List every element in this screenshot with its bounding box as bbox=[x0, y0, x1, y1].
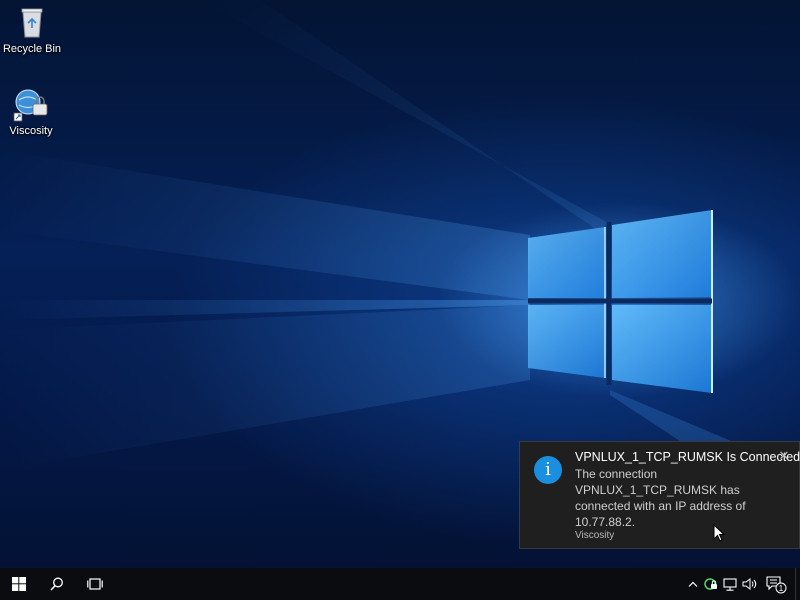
show-hidden-icons-button[interactable] bbox=[684, 568, 702, 600]
tray-volume[interactable] bbox=[740, 568, 760, 600]
tray-network[interactable] bbox=[720, 568, 740, 600]
search-button[interactable] bbox=[38, 568, 76, 600]
task-view-icon bbox=[87, 578, 103, 590]
desktop-icon-viscosity[interactable]: Viscosity bbox=[0, 86, 63, 137]
desktop-icon-label: Viscosity bbox=[9, 125, 53, 137]
action-center-button[interactable]: 1 bbox=[762, 568, 790, 600]
start-button[interactable] bbox=[0, 568, 38, 600]
info-icon: i bbox=[534, 456, 562, 484]
volume-icon bbox=[742, 578, 757, 590]
desktop-icon-recycle-bin[interactable]: Recycle Bin bbox=[0, 4, 64, 55]
show-desktop-button[interactable] bbox=[795, 568, 800, 600]
toast-title: VPNLUX_1_TCP_RUMSK Is Connected bbox=[575, 450, 800, 464]
action-center-icon: 1 bbox=[766, 576, 787, 594]
desktop-icon-label: Recycle Bin bbox=[2, 43, 62, 55]
search-icon bbox=[50, 577, 63, 591]
toast-body: The connection VPNLUX_1_TCP_RUMSK has co… bbox=[575, 467, 746, 529]
viscosity-tray-icon bbox=[704, 578, 717, 590]
close-button[interactable]: ✕ bbox=[777, 449, 791, 463]
start-icon bbox=[12, 577, 26, 591]
network-icon bbox=[723, 577, 737, 591]
recycle-bin-icon bbox=[14, 4, 50, 40]
notification-count-badge: 1 bbox=[779, 584, 784, 593]
notification-toast[interactable]: i VPNLUX_1_TCP_RUMSK Is Connected The co… bbox=[519, 441, 800, 549]
tray-viscosity[interactable] bbox=[702, 568, 720, 600]
taskbar: 1 bbox=[0, 568, 800, 600]
desktop: Recycle Bin Viscosity i VPNLUX_1_TCP_RUM… bbox=[0, 0, 800, 568]
task-view-button[interactable] bbox=[76, 568, 114, 600]
mouse-cursor-icon bbox=[713, 524, 725, 542]
toast-app-name: Viscosity bbox=[575, 530, 615, 541]
close-icon: ✕ bbox=[778, 448, 790, 463]
viscosity-icon bbox=[13, 86, 49, 122]
chevron-up-icon bbox=[688, 581, 698, 587]
